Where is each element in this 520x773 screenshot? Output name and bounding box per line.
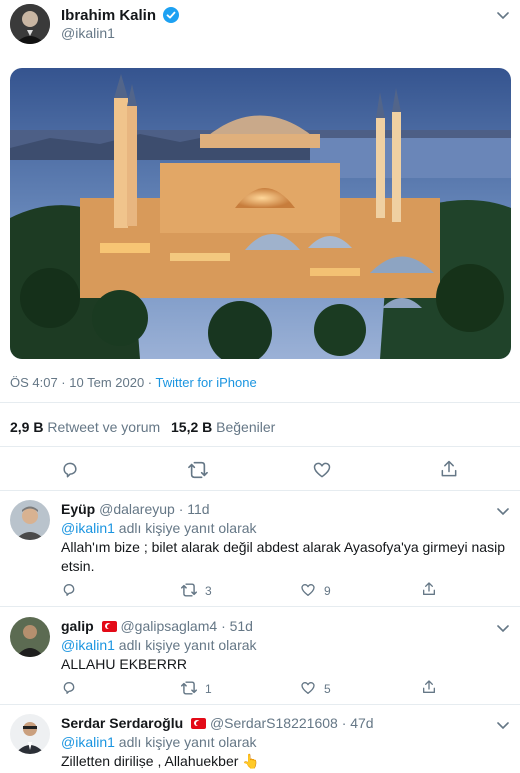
reply-icon[interactable] <box>61 582 77 598</box>
like-count: 5 <box>324 682 331 696</box>
chevron-down-icon[interactable] <box>497 504 509 522</box>
share-icon[interactable] <box>421 581 437 597</box>
reply-text: ALLAHU EKBERRR <box>61 656 188 672</box>
retweet-label[interactable]: Retweet ve yorum <box>47 419 160 435</box>
likes-label[interactable]: Beğeniler <box>216 419 275 435</box>
reply-text: Allah'ım bize ; bilet alarak değil abdes… <box>61 539 505 555</box>
author-avatar[interactable] <box>10 4 50 44</box>
reply-to-text: adlı kişiye yanıt olarak <box>118 520 257 536</box>
turkey-flag-icon <box>191 718 207 729</box>
reply-age[interactable]: · 47d <box>342 715 374 731</box>
verified-badge-icon <box>163 7 179 28</box>
turkey-flag-icon <box>101 621 117 632</box>
tweet-image[interactable] <box>10 68 511 359</box>
reply-author-handle[interactable]: @dalareyup <box>99 501 175 517</box>
reply-to-handle[interactable]: @ikalin1 <box>61 637 115 653</box>
divider <box>0 490 520 491</box>
pointing-up-emoji: 👆 <box>242 753 260 769</box>
tweet-source-link[interactable]: Twitter for iPhone <box>156 375 257 390</box>
likes-count[interactable]: 15,2 B <box>171 419 212 435</box>
reply-age[interactable]: · 51d <box>221 618 253 634</box>
reply-author-handle[interactable]: @galipsaglam4 <box>120 618 217 634</box>
reply-to-text: adlı kişiye yanıt olarak <box>118 637 257 653</box>
like-count: 9 <box>324 584 331 598</box>
chevron-down-icon[interactable] <box>497 8 509 26</box>
tweet-timestamp[interactable]: ÖS 4:07 · 10 Tem 2020 · <box>10 375 152 390</box>
reply-author-name[interactable]: galip <box>61 618 94 634</box>
author-handle[interactable]: @ikalin1 <box>61 25 115 41</box>
divider <box>0 402 520 403</box>
author-name[interactable]: Ibrahim Kalin <box>61 7 156 24</box>
avatar[interactable] <box>10 617 50 657</box>
retweet-count[interactable]: 2,9 B <box>10 419 43 435</box>
retweet-count: 1 <box>205 682 212 696</box>
likes-stat: 15,2 B Beğeniler <box>171 419 275 435</box>
like-icon[interactable] <box>300 680 316 696</box>
reply-text: Zilletten diriliṣe , Allahuekber <box>61 753 239 769</box>
retweet-icon[interactable] <box>187 460 209 480</box>
avatar[interactable] <box>10 714 50 754</box>
share-icon[interactable] <box>439 459 459 479</box>
divider <box>0 606 520 607</box>
retweet-count: 3 <box>205 584 212 598</box>
reply-icon[interactable] <box>60 460 80 480</box>
reply-age[interactable]: · 11d <box>179 501 210 517</box>
chevron-down-icon[interactable] <box>497 718 509 736</box>
share-icon[interactable] <box>421 679 437 695</box>
reply-to-text: adlı kişiye yanıt olarak <box>118 734 257 750</box>
reply-to-handle[interactable]: @ikalin1 <box>61 734 115 750</box>
reply-author-name[interactable]: Serdar Serdaroğlu <box>61 715 183 731</box>
retweet-icon[interactable] <box>180 582 198 598</box>
chevron-down-icon[interactable] <box>497 621 509 639</box>
divider <box>0 446 520 447</box>
like-icon[interactable] <box>312 460 332 480</box>
reply-author-handle[interactable]: @SerdarS18221608 <box>210 715 338 731</box>
reply-to-handle[interactable]: @ikalin1 <box>61 520 115 536</box>
reply-author-name[interactable]: Eyüp <box>61 501 95 517</box>
like-icon[interactable] <box>300 582 316 598</box>
stats-row: 2,9 B Retweet ve yorum <box>10 419 160 435</box>
divider <box>0 704 520 705</box>
reply-text: etsin. <box>61 558 95 574</box>
avatar[interactable] <box>10 500 50 540</box>
retweet-icon[interactable] <box>180 680 198 696</box>
reply-icon[interactable] <box>61 680 77 696</box>
hagia-sophia-photo <box>10 68 511 359</box>
